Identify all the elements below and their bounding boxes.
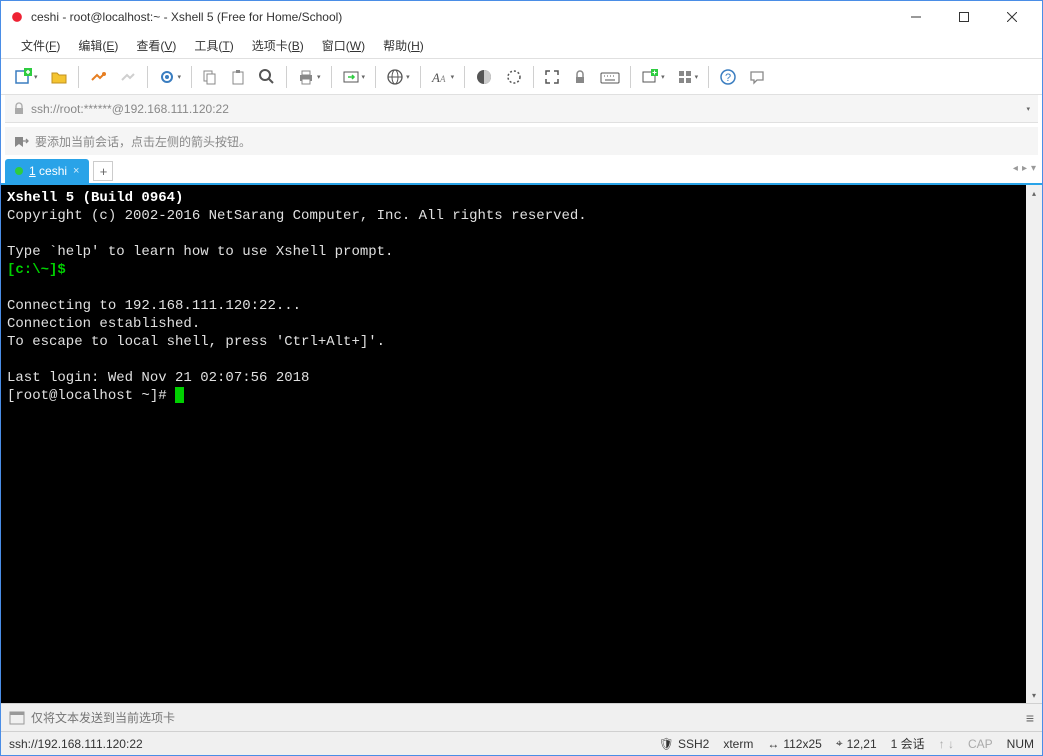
statusbar: ssh://192.168.111.120:22 🛡SSH2 xterm ↔11… xyxy=(1,731,1042,755)
status-cursor-pos: ⌖12,21 xyxy=(836,736,877,751)
bookmark-icon[interactable] xyxy=(13,133,29,149)
address-bar: ssh://root:******@192.168.111.120:22 ▾ xyxy=(5,95,1038,123)
scroll-up-button[interactable]: ▴ xyxy=(1026,185,1042,201)
open-button[interactable] xyxy=(45,64,73,90)
terminal-line: Type `help' to learn how to use Xshell p… xyxy=(7,244,393,260)
app-icon xyxy=(9,9,25,25)
lock-icon xyxy=(13,102,25,116)
tab-list-button[interactable]: ▾ xyxy=(1031,163,1036,174)
color-scheme-button[interactable] xyxy=(470,64,498,90)
status-sessions: 1 会话 xyxy=(891,735,925,752)
find-button[interactable] xyxy=(253,64,281,90)
terminal-line: Copyright (c) 2002-2016 NetSarang Comput… xyxy=(7,208,587,224)
svg-text:?: ? xyxy=(725,72,731,84)
svg-text:A: A xyxy=(439,74,446,84)
menu-edit[interactable]: 编辑(E) xyxy=(70,34,126,57)
session-hint-bar: 要添加当前会话，点击左侧的箭头按钮。 xyxy=(5,127,1038,155)
address-text[interactable]: ssh://root:******@192.168.111.120:22 xyxy=(31,102,1020,116)
reconnect-button[interactable] xyxy=(84,64,112,90)
tab-nav: ◂ ▸ ▾ xyxy=(1013,163,1036,174)
menu-tools[interactable]: 工具(T) xyxy=(186,34,241,57)
scroll-track[interactable] xyxy=(1026,201,1042,687)
toolbar: ▾ ▾ ▾ ▾ ▾ AA▾ ▾ ▾ ? xyxy=(1,59,1042,95)
address-dropdown[interactable]: ▾ xyxy=(1026,105,1030,113)
tab-label: 1 ceshi xyxy=(29,164,67,178)
menu-tabs[interactable]: 选项卡(B) xyxy=(244,34,312,57)
close-button[interactable] xyxy=(990,3,1034,31)
terminal-prompt: [root@localhost ~]# xyxy=(7,388,175,404)
terminal-line: Last login: Wed Nov 21 02:07:56 2018 xyxy=(7,370,309,386)
tab-prev-button[interactable]: ◂ xyxy=(1013,163,1018,174)
window-title: ceshi - root@localhost:~ - Xshell 5 (Fre… xyxy=(31,10,894,24)
status-size: ↔112x25 xyxy=(767,737,821,751)
copy-button[interactable] xyxy=(197,65,223,89)
scrollbar[interactable]: ▴ ▾ xyxy=(1026,185,1042,703)
tile-button[interactable]: ▾ xyxy=(672,65,704,89)
menu-help[interactable]: 帮助(H) xyxy=(375,34,432,57)
svg-text:A: A xyxy=(431,70,440,85)
menu-file[interactable]: 文件(F) xyxy=(13,34,68,57)
terminal-line: Connecting to 192.168.111.120:22... xyxy=(7,298,301,314)
feedback-button[interactable] xyxy=(744,64,772,90)
session-hint-text: 要添加当前会话，点击左侧的箭头按钮。 xyxy=(35,133,251,150)
terminal-area: Xshell 5 (Build 0964) Copyright (c) 2002… xyxy=(1,185,1042,703)
terminal-line: To escape to local shell, press 'Ctrl+Al… xyxy=(7,334,385,350)
fullscreen-button[interactable] xyxy=(539,65,565,89)
font-button[interactable]: AA▾ xyxy=(426,64,460,90)
terminal-line: Xshell 5 (Build 0964) xyxy=(7,190,183,206)
shield-icon: 🛡 xyxy=(659,737,674,751)
minimize-button[interactable] xyxy=(894,3,938,31)
scroll-down-button[interactable]: ▾ xyxy=(1026,687,1042,703)
status-term: xterm xyxy=(723,737,753,751)
compose-input[interactable] xyxy=(31,711,1020,725)
status-protocol: 🛡SSH2 xyxy=(659,737,710,751)
print-button[interactable]: ▾ xyxy=(292,64,326,90)
maximize-button[interactable] xyxy=(942,3,986,31)
status-num: NUM xyxy=(1007,737,1034,751)
paste-button[interactable] xyxy=(225,65,251,89)
lock-button[interactable] xyxy=(567,65,593,89)
status-address: ssh://192.168.111.120:22 xyxy=(9,737,645,751)
menu-view[interactable]: 查看(V) xyxy=(128,34,184,57)
tab-strip: 1 ceshi × + ◂ ▸ ▾ xyxy=(1,159,1042,185)
language-button[interactable]: ▾ xyxy=(381,64,415,90)
terminal[interactable]: Xshell 5 (Build 0964) Copyright (c) 2002… xyxy=(1,185,1026,703)
status-cap: CAP xyxy=(968,737,993,751)
window-titlebar: ceshi - root@localhost:~ - Xshell 5 (Fre… xyxy=(1,1,1042,33)
menubar: 文件(F) 编辑(E) 查看(V) 工具(T) 选项卡(B) 窗口(W) 帮助(… xyxy=(1,33,1042,59)
terminal-cursor xyxy=(175,387,184,403)
send-target-icon[interactable] xyxy=(9,711,25,725)
properties-button[interactable]: ▾ xyxy=(153,64,187,90)
xftp-button[interactable]: ▾ xyxy=(337,64,371,90)
new-session-button[interactable]: ▾ xyxy=(9,64,43,90)
status-arrows: ↑ ↓ xyxy=(939,737,954,751)
disconnect-button[interactable] xyxy=(114,64,142,90)
terminal-prompt: [c:\~]$ xyxy=(7,262,66,278)
compose-menu-button[interactable]: ≡ xyxy=(1026,710,1034,726)
menu-window[interactable]: 窗口(W) xyxy=(314,34,373,57)
tab-close-button[interactable]: × xyxy=(73,165,79,177)
cursor-pos-icon: ⌖ xyxy=(836,736,843,751)
help-button[interactable]: ? xyxy=(714,64,742,90)
compose-bar: ≡ xyxy=(1,703,1042,731)
terminal-line: Connection established. xyxy=(7,316,200,332)
add-tab-button[interactable]: + xyxy=(93,161,113,181)
keyboard-button[interactable] xyxy=(595,65,625,89)
connection-status-icon xyxy=(15,167,23,175)
new-tab-button[interactable]: ▾ xyxy=(636,64,670,90)
size-icon: ↔ xyxy=(767,737,779,751)
tab-next-button[interactable]: ▸ xyxy=(1022,163,1027,174)
highlight-button[interactable] xyxy=(500,64,528,90)
tab-ceshi[interactable]: 1 ceshi × xyxy=(5,159,89,183)
